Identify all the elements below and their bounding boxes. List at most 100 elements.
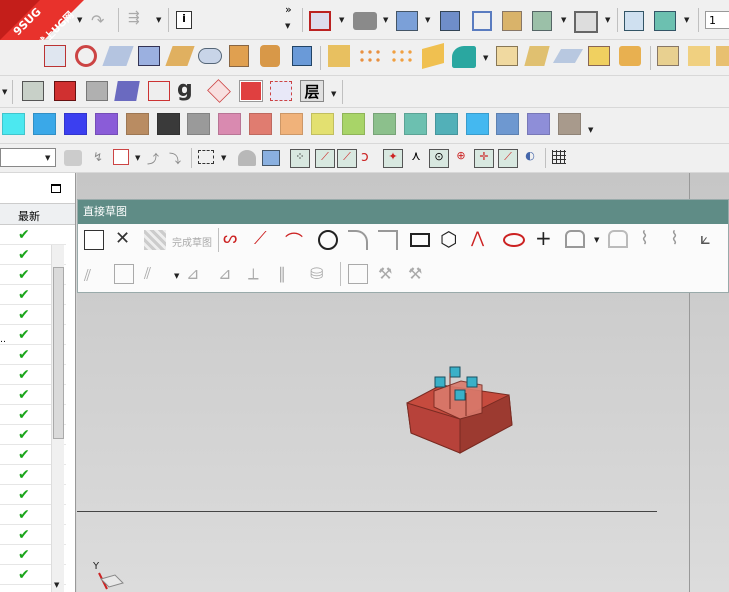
snap-endpoint-icon[interactable]: ⁘	[290, 149, 310, 168]
color-swatch[interactable]	[341, 113, 365, 135]
color-swatch[interactable]	[125, 113, 149, 135]
pattern-feature-icon[interactable]	[390, 48, 414, 64]
finish-sketch-button[interactable]: 完成草图	[172, 234, 212, 249]
vertical-dim-icon[interactable]: ⫽	[144, 264, 151, 284]
layer-button[interactable]: 层	[300, 80, 324, 102]
surface-patch-icon[interactable]	[102, 46, 134, 66]
select-body-icon[interactable]	[262, 150, 280, 166]
offset-curve-icon[interactable]	[565, 230, 585, 248]
expand-icon[interactable]: ‥	[0, 335, 6, 345]
chevron-down-icon[interactable]: ▼	[2, 88, 7, 96]
snap-quadrant-icon[interactable]: ⊕	[452, 149, 470, 168]
snap-existing-point-icon[interactable]: ⟋	[498, 149, 518, 168]
chevron-down-icon[interactable]: ▼	[339, 16, 344, 24]
chevron-down-icon[interactable]: ▼	[174, 272, 179, 280]
more-icon[interactable]: »	[285, 3, 292, 16]
angle-dim-icon[interactable]: ⊿	[218, 264, 231, 283]
snap-center-icon[interactable]: ⊙	[429, 149, 449, 168]
sketch-icon[interactable]	[84, 230, 104, 250]
block-model[interactable]	[404, 363, 519, 463]
draft-icon[interactable]	[716, 46, 729, 66]
hide-mesh-icon[interactable]	[207, 79, 231, 103]
color-swatch[interactable]	[434, 113, 458, 135]
fit-view-icon[interactable]	[309, 11, 331, 31]
close-sketch-icon[interactable]: ✕	[115, 228, 130, 249]
color-swatch[interactable]	[496, 113, 520, 135]
selection-filter-dropdown[interactable]: ▼	[0, 148, 56, 167]
unite-icon[interactable]	[422, 43, 444, 69]
section-view-icon[interactable]	[502, 11, 522, 31]
snap-face-icon[interactable]: ◐	[521, 149, 539, 168]
layer-input[interactable]	[705, 11, 729, 29]
color-swatch[interactable]	[187, 113, 211, 135]
studio-surface-icon[interactable]	[165, 46, 195, 66]
offset-move-icon[interactable]: ⚒	[378, 264, 392, 283]
show-body-icon[interactable]	[240, 81, 262, 101]
color-swatch[interactable]	[558, 113, 582, 135]
transform-icon[interactable]: ⇶	[128, 10, 150, 30]
render-style-icon[interactable]	[353, 12, 377, 30]
corner-icon[interactable]: ⟀	[700, 228, 711, 249]
part-navigator[interactable]: 最新 ✔ ✔ ✔ ✔ ✔ ✔ ✔ ✔ ✔ ✔ ✔ ✔ ✔ ✔ ✔ ✔ ✔ ✔ ‥ ▼	[0, 173, 76, 592]
chevron-down-icon[interactable]: ▼	[135, 154, 140, 162]
scrollbar-thumb[interactable]	[53, 267, 64, 439]
chevron-down-icon[interactable]: ▼	[331, 90, 336, 98]
snap-point-on-curve-icon[interactable]: ✛	[474, 149, 494, 168]
horizontal-dim-icon[interactable]	[114, 264, 134, 284]
add-body-icon[interactable]	[452, 46, 476, 68]
arc-icon[interactable]: ⌒	[285, 228, 307, 253]
profile-icon[interactable]: ᔕ	[223, 228, 245, 250]
color-swatch[interactable]	[32, 113, 56, 135]
perpendicular-icon[interactable]: ⟂	[248, 264, 259, 284]
chamfer-sketch-icon[interactable]	[378, 230, 398, 250]
show-hide-icon[interactable]	[22, 81, 44, 101]
color-swatch[interactable]	[403, 113, 427, 135]
chevron-down-icon[interactable]: ▼	[425, 16, 430, 24]
curve-on-surface-icon[interactable]	[44, 45, 66, 67]
snap-tangent-icon[interactable]: ⋏	[407, 149, 425, 168]
revolve-icon[interactable]	[260, 45, 280, 67]
scroll-down-icon[interactable]: ▼	[54, 581, 59, 589]
pattern-icon[interactable]	[358, 48, 382, 64]
circle-icon[interactable]	[318, 230, 338, 250]
hide-curve-icon[interactable]	[148, 81, 170, 101]
finish-sketch-icon[interactable]	[144, 230, 166, 250]
transparent-icon[interactable]	[270, 81, 292, 101]
split-body-icon[interactable]	[524, 46, 550, 66]
color-swatch[interactable]	[156, 113, 180, 135]
box-icon[interactable]	[292, 46, 312, 66]
chevron-down-icon[interactable]: ▼	[684, 16, 689, 24]
color-swatch[interactable]	[372, 113, 396, 135]
grid-icon[interactable]	[552, 150, 566, 164]
color-swatch[interactable]	[94, 113, 118, 135]
color-swatch[interactable]	[465, 113, 489, 135]
rectangle-icon[interactable]	[410, 233, 430, 247]
hide-solid-icon[interactable]	[86, 81, 108, 101]
emboss-icon[interactable]	[328, 45, 350, 67]
wireframe-cube-icon[interactable]	[472, 11, 492, 31]
filter-icon[interactable]	[64, 150, 82, 166]
shaded-cube-icon[interactable]	[440, 11, 460, 31]
background-icon[interactable]	[574, 11, 598, 33]
snap-arc-icon[interactable]: ✦	[383, 149, 403, 168]
move-curve-icon[interactable]	[348, 264, 368, 284]
thicken-icon[interactable]	[588, 46, 610, 66]
snap-midpoint-icon[interactable]: ⟋	[315, 149, 335, 168]
snap-point-icon[interactable]	[113, 149, 129, 165]
column-latest[interactable]: 最新	[18, 208, 40, 224]
trim-body-icon[interactable]	[496, 46, 518, 66]
shell-icon[interactable]	[619, 46, 641, 66]
line-icon[interactable]: ⟋	[254, 228, 276, 250]
select-feature-icon[interactable]: ↯	[93, 150, 111, 166]
color-swatch[interactable]	[2, 113, 25, 135]
redo-icon[interactable]: ↷	[91, 11, 109, 30]
extend-icon[interactable]: ⌇	[670, 228, 679, 249]
polygon-icon[interactable]: ⬡	[440, 227, 457, 251]
offset-face-icon[interactable]	[552, 49, 584, 63]
wcs-icon[interactable]	[654, 11, 676, 31]
show-solid-icon[interactable]	[54, 81, 76, 101]
ellipse-icon[interactable]	[503, 233, 525, 247]
fillet-icon[interactable]	[348, 230, 368, 250]
parallel-icon[interactable]: ∥	[278, 264, 286, 283]
point-icon[interactable]: +	[535, 226, 552, 250]
